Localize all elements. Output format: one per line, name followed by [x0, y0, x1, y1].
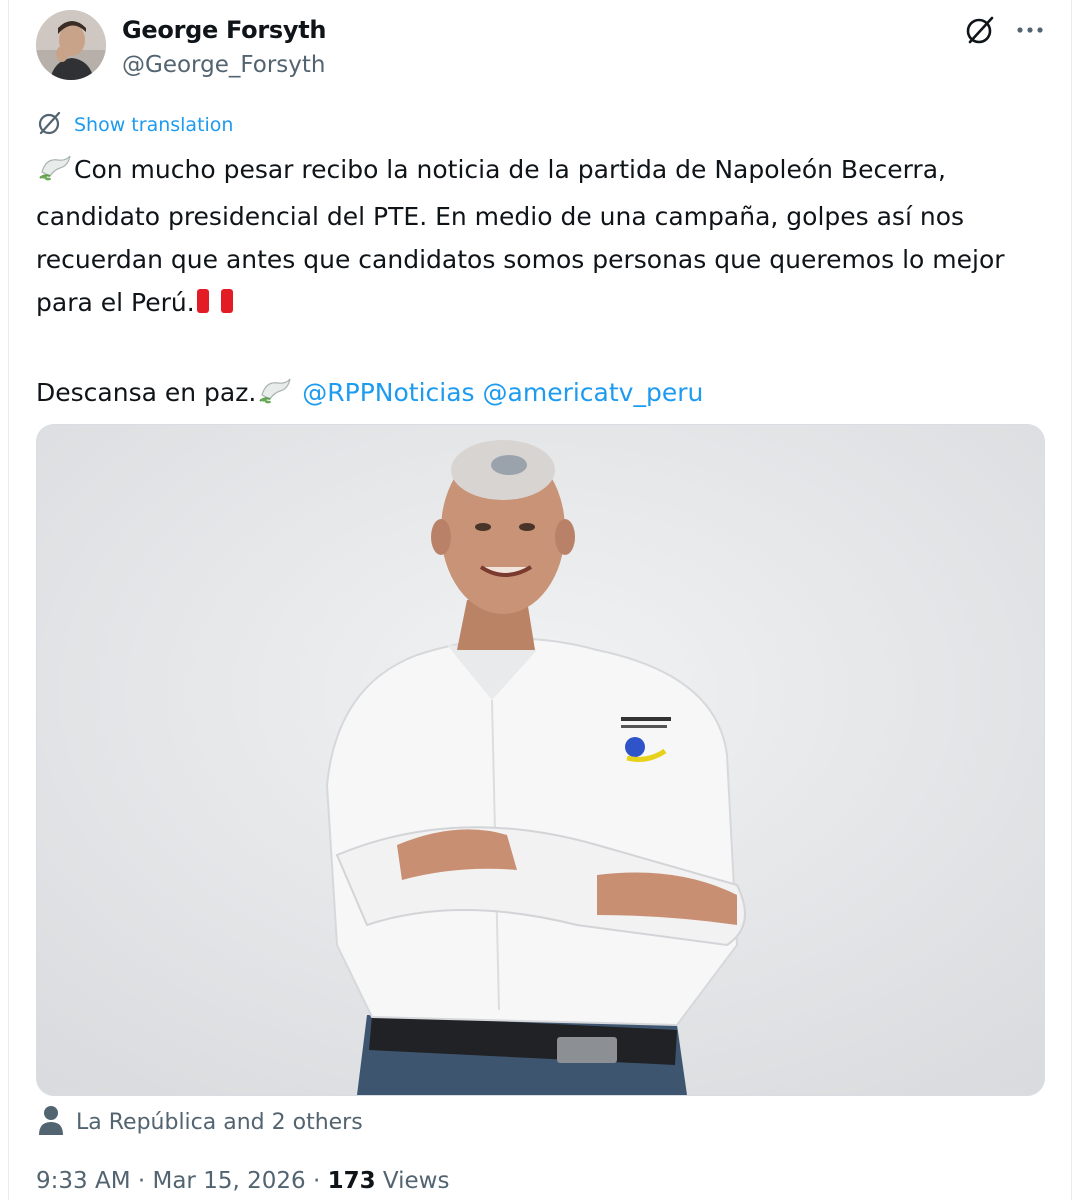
mention-americatv-peru[interactable]: @americatv_peru	[483, 378, 704, 407]
show-translation[interactable]: Show translation	[36, 110, 233, 140]
meta-separator: ·	[137, 1168, 146, 1194]
dove-emoji-icon	[36, 152, 74, 195]
peru-flag-icon	[195, 285, 235, 328]
tweet-time[interactable]: 9:33 AM	[36, 1168, 131, 1194]
person-icon	[36, 1104, 66, 1140]
author-name[interactable]: George Forsyth	[122, 16, 326, 44]
more-icon[interactable]	[1010, 12, 1050, 48]
author-handle[interactable]: @George_Forsyth	[122, 52, 325, 78]
tweet-date[interactable]: Mar 15, 2026	[152, 1168, 305, 1194]
tweet-paragraph-1: Con mucho pesar recibo la noticia de la …	[36, 155, 1005, 317]
tagged-users[interactable]: La República and 2 others	[36, 1104, 363, 1140]
translate-icon	[36, 109, 64, 141]
tweet-photo[interactable]	[36, 424, 1045, 1096]
dove-emoji-icon	[256, 375, 294, 418]
views-label: Views	[382, 1168, 450, 1194]
tweet-text: Con mucho pesar recibo la noticia de la …	[36, 148, 1046, 418]
tweet-paragraph-2: Descansa en paz.	[36, 378, 257, 407]
grok-icon[interactable]	[962, 12, 998, 48]
meta-separator: ·	[312, 1168, 321, 1194]
mention-rppnoticias[interactable]: @RPPNoticias	[302, 378, 474, 407]
show-translation-label[interactable]: Show translation	[74, 114, 233, 136]
views-count: 173	[327, 1168, 376, 1194]
tweet-header: George Forsyth @George_Forsyth	[36, 8, 1052, 80]
avatar[interactable]	[36, 10, 106, 80]
tweet-meta: 9:33 AM · Mar 15, 2026 · 173 Views	[36, 1168, 449, 1194]
tagged-users-label[interactable]: La República and 2 others	[76, 1110, 363, 1135]
